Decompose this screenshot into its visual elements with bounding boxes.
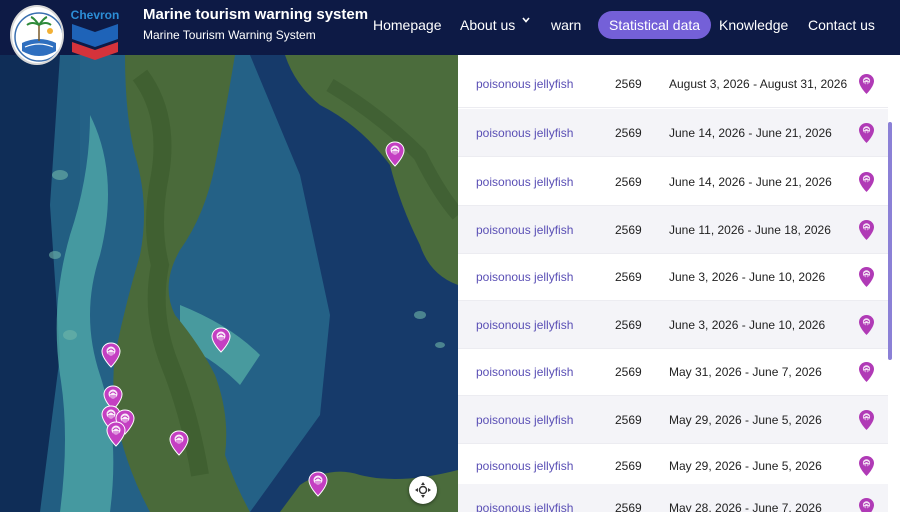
list-item[interactable]: poisonous jellyfish 2569 June 14, 2026 -… [458,109,888,157]
report-year: 2569 [615,223,642,237]
list-scrollbar[interactable] [888,122,892,360]
list-item[interactable]: poisonous jellyfish 2569 May 31, 2026 - … [458,348,888,396]
nav-contact-us[interactable]: Contact us [808,11,875,39]
chevron-down-icon[interactable] [522,16,530,24]
report-period: June 11, 2026 - June 18, 2026 [669,223,831,237]
list-item[interactable]: poisonous jellyfish 2569 May 29, 2026 - … [458,442,888,490]
list-item[interactable]: poisonous jellyfish 2569 May 28, 2026 - … [458,484,888,512]
report-type-link[interactable]: poisonous jellyfish [476,60,573,108]
report-year: 2569 [615,459,642,473]
list-item[interactable]: poisonous jellyfish 2569 June 3, 2026 - … [458,301,888,349]
recenter-icon [415,482,431,498]
jellyfish-pin-icon[interactable] [858,219,875,241]
report-year: 2569 [615,175,642,189]
list-item[interactable]: poisonous jellyfish 2569 June 14, 2026 -… [458,158,888,206]
jellyfish-pin-icon[interactable] [106,421,126,447]
report-year: 2569 [615,501,642,512]
nav-statistical-data[interactable]: Statistical data [598,11,712,39]
report-list[interactable]: poisonous jellyfish 2569 August 3, 2026 … [458,55,900,512]
report-type-link[interactable]: poisonous jellyfish [476,348,573,396]
nav-about-us[interactable]: About us [460,11,515,39]
report-period: May 28, 2026 - June 7, 2026 [669,501,822,512]
report-period: May 29, 2026 - June 5, 2026 [669,413,822,427]
nav-warn[interactable]: warn [551,11,581,39]
jellyfish-pin-icon[interactable] [858,266,875,288]
list-item[interactable]: poisonous jellyfish 2569 June 11, 2026 -… [458,206,888,254]
report-year: 2569 [615,270,642,284]
report-year: 2569 [615,77,642,91]
report-type-link[interactable]: poisonous jellyfish [476,158,573,206]
report-period: May 31, 2026 - June 7, 2026 [669,365,822,379]
report-type-link[interactable]: poisonous jellyfish [476,109,573,157]
report-type-link[interactable]: poisonous jellyfish [476,484,573,512]
app-title: Marine tourism warning system [143,6,369,23]
nav-knowledge[interactable]: Knowledge [719,11,788,39]
list-item[interactable]: poisonous jellyfish 2569 June 3, 2026 - … [458,253,888,301]
report-year: 2569 [615,318,642,332]
report-type-link[interactable]: poisonous jellyfish [476,396,573,444]
jellyfish-pin-icon[interactable] [858,497,875,512]
report-period: June 3, 2026 - June 10, 2026 [669,270,826,284]
list-item[interactable]: poisonous jellyfish 2569 May 29, 2026 - … [458,396,888,444]
recenter-button[interactable] [409,476,437,504]
report-year: 2569 [615,365,642,379]
nav-homepage[interactable]: Homepage [373,11,442,39]
report-year: 2569 [615,126,642,140]
satellite-map[interactable] [0,55,458,512]
report-type-link[interactable]: poisonous jellyfish [476,206,573,254]
jellyfish-pin-icon[interactable] [858,361,875,383]
report-period: June 14, 2026 - June 21, 2026 [669,175,832,189]
report-period: June 3, 2026 - June 10, 2026 [669,318,826,332]
report-type-link[interactable]: poisonous jellyfish [476,442,573,490]
jellyfish-pin-icon[interactable] [308,471,328,497]
jellyfish-pin-icon[interactable] [169,430,189,456]
report-type-link[interactable]: poisonous jellyfish [476,301,573,349]
jellyfish-pin-icon[interactable] [101,342,121,368]
report-period: June 14, 2026 - June 21, 2026 [669,126,832,140]
app-subtitle: Marine Tourism Warning System [143,28,316,42]
jellyfish-pin-icon[interactable] [211,327,231,353]
jellyfish-pin-icon[interactable] [858,171,875,193]
jellyfish-pin-icon[interactable] [858,409,875,431]
map-terrain [0,55,458,512]
list-item[interactable]: poisonous jellyfish 2569 August 3, 2026 … [458,60,888,108]
report-period: August 3, 2026 - August 31, 2026 [669,77,848,91]
report-year: 2569 [615,413,642,427]
organization-logo[interactable] [10,5,64,65]
report-type-link[interactable]: poisonous jellyfish [476,253,573,301]
chevron-logo[interactable]: Chevron [70,8,120,60]
jellyfish-pin-icon[interactable] [858,314,875,336]
jellyfish-pin-icon[interactable] [385,141,405,167]
jellyfish-pin-icon[interactable] [858,122,875,144]
top-header: Chevron Marine tourism warning system Ma… [0,0,900,65]
jellyfish-pin-icon[interactable] [858,73,875,95]
report-period: May 29, 2026 - June 5, 2026 [669,459,822,473]
jellyfish-pin-icon[interactable] [858,455,875,477]
